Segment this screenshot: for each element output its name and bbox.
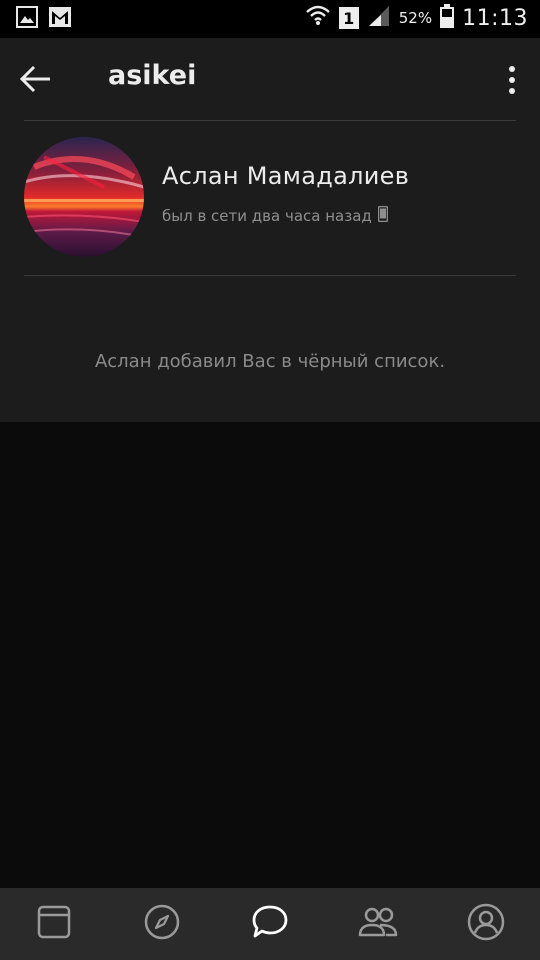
nav-friends[interactable] bbox=[348, 894, 408, 954]
battery-icon bbox=[440, 4, 455, 32]
divider bbox=[24, 120, 516, 121]
profile-icon bbox=[467, 903, 505, 945]
back-button[interactable] bbox=[18, 62, 54, 96]
more-vertical-icon bbox=[506, 66, 518, 100]
status-bar: 1 52% 11:13 bbox=[0, 0, 540, 38]
battery-percent: 52% bbox=[398, 9, 433, 27]
nav-news[interactable] bbox=[24, 894, 84, 954]
messages-icon bbox=[251, 904, 289, 944]
explore-icon bbox=[144, 904, 180, 944]
arrow-left-icon bbox=[18, 65, 54, 100]
nav-messages[interactable] bbox=[240, 894, 300, 954]
last-seen-text: был в сети два часа назад bbox=[162, 207, 372, 225]
status-bar-system: 1 52% 11:13 bbox=[305, 4, 528, 32]
nav-explore[interactable] bbox=[132, 894, 192, 954]
wifi-icon bbox=[305, 4, 331, 32]
avatar[interactable] bbox=[24, 137, 144, 257]
gmail-icon bbox=[48, 6, 72, 32]
chat-header-panel: Аслан Мамадалиев был в сети два часа наз… bbox=[0, 120, 540, 422]
bottom-navigation bbox=[0, 888, 540, 960]
page-title: asikei bbox=[108, 60, 197, 91]
contact-name[interactable]: Аслан Мамадалиев bbox=[162, 162, 409, 190]
signal-icon bbox=[367, 5, 391, 31]
status-bar-notifications bbox=[16, 6, 72, 32]
sim-icon: 1 bbox=[338, 7, 359, 29]
friends-icon bbox=[358, 905, 398, 943]
news-icon bbox=[37, 905, 71, 943]
divider bbox=[24, 275, 516, 276]
clock: 11:13 bbox=[462, 5, 528, 31]
blacklist-notice: Аслан добавил Вас в чёрный список. bbox=[94, 351, 446, 372]
last-seen-status: был в сети два часа назад bbox=[162, 205, 389, 226]
phone-icon bbox=[377, 205, 389, 226]
app-bar: asikei bbox=[0, 38, 540, 120]
screen: 1 52% 11:13 asikei Аслан Мамадалиев был … bbox=[0, 0, 540, 960]
more-options-button[interactable] bbox=[506, 64, 518, 96]
nav-profile[interactable] bbox=[456, 894, 516, 954]
gallery-icon bbox=[16, 6, 38, 32]
